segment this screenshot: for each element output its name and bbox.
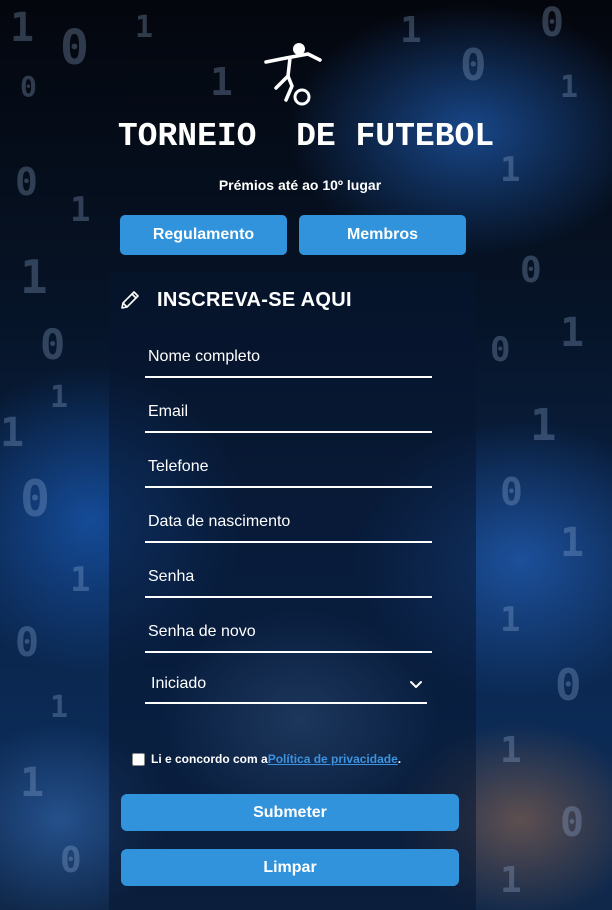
level-select[interactable]: Iniciado [145,666,427,704]
consent-text: Li e concordo com a [151,752,268,766]
email-field [145,395,432,433]
form-header: INSCREVA-SE AQUI [119,285,352,315]
page-title: TORNEIO DE FUTEBOL [117,118,495,155]
clear-button[interactable]: Limpar [121,849,459,886]
privacy-policy-link[interactable]: Política de privacidade [268,752,398,766]
form-heading: INSCREVA-SE AQUI [157,288,352,311]
pencil-icon [121,291,139,309]
soccer-player-icon [264,43,322,106]
full-name-input[interactable] [145,340,432,374]
privacy-consent: Li e concordo com a Política de privacid… [132,752,401,766]
phone-field [145,450,432,488]
phone-input[interactable] [145,450,432,484]
privacy-checkbox[interactable] [132,752,145,766]
password-field [145,560,432,598]
page-subtitle: Prémios até ao 10º lugar [218,177,382,193]
birthdate-input[interactable] [145,505,432,539]
password-confirm-field [145,615,432,653]
level-select-value: Iniciado [151,675,207,692]
submit-button[interactable]: Submeter [121,794,459,831]
consent-suffix: . [397,752,402,766]
password-confirm-input[interactable] [145,615,432,649]
membros-button[interactable]: Membros [299,215,466,255]
chevron-down-icon [410,681,422,688]
email-input[interactable] [145,395,432,429]
full-name-field [145,340,432,378]
password-input[interactable] [145,560,432,594]
regulamento-button[interactable]: Regulamento [120,215,287,255]
birthdate-field [145,505,432,543]
